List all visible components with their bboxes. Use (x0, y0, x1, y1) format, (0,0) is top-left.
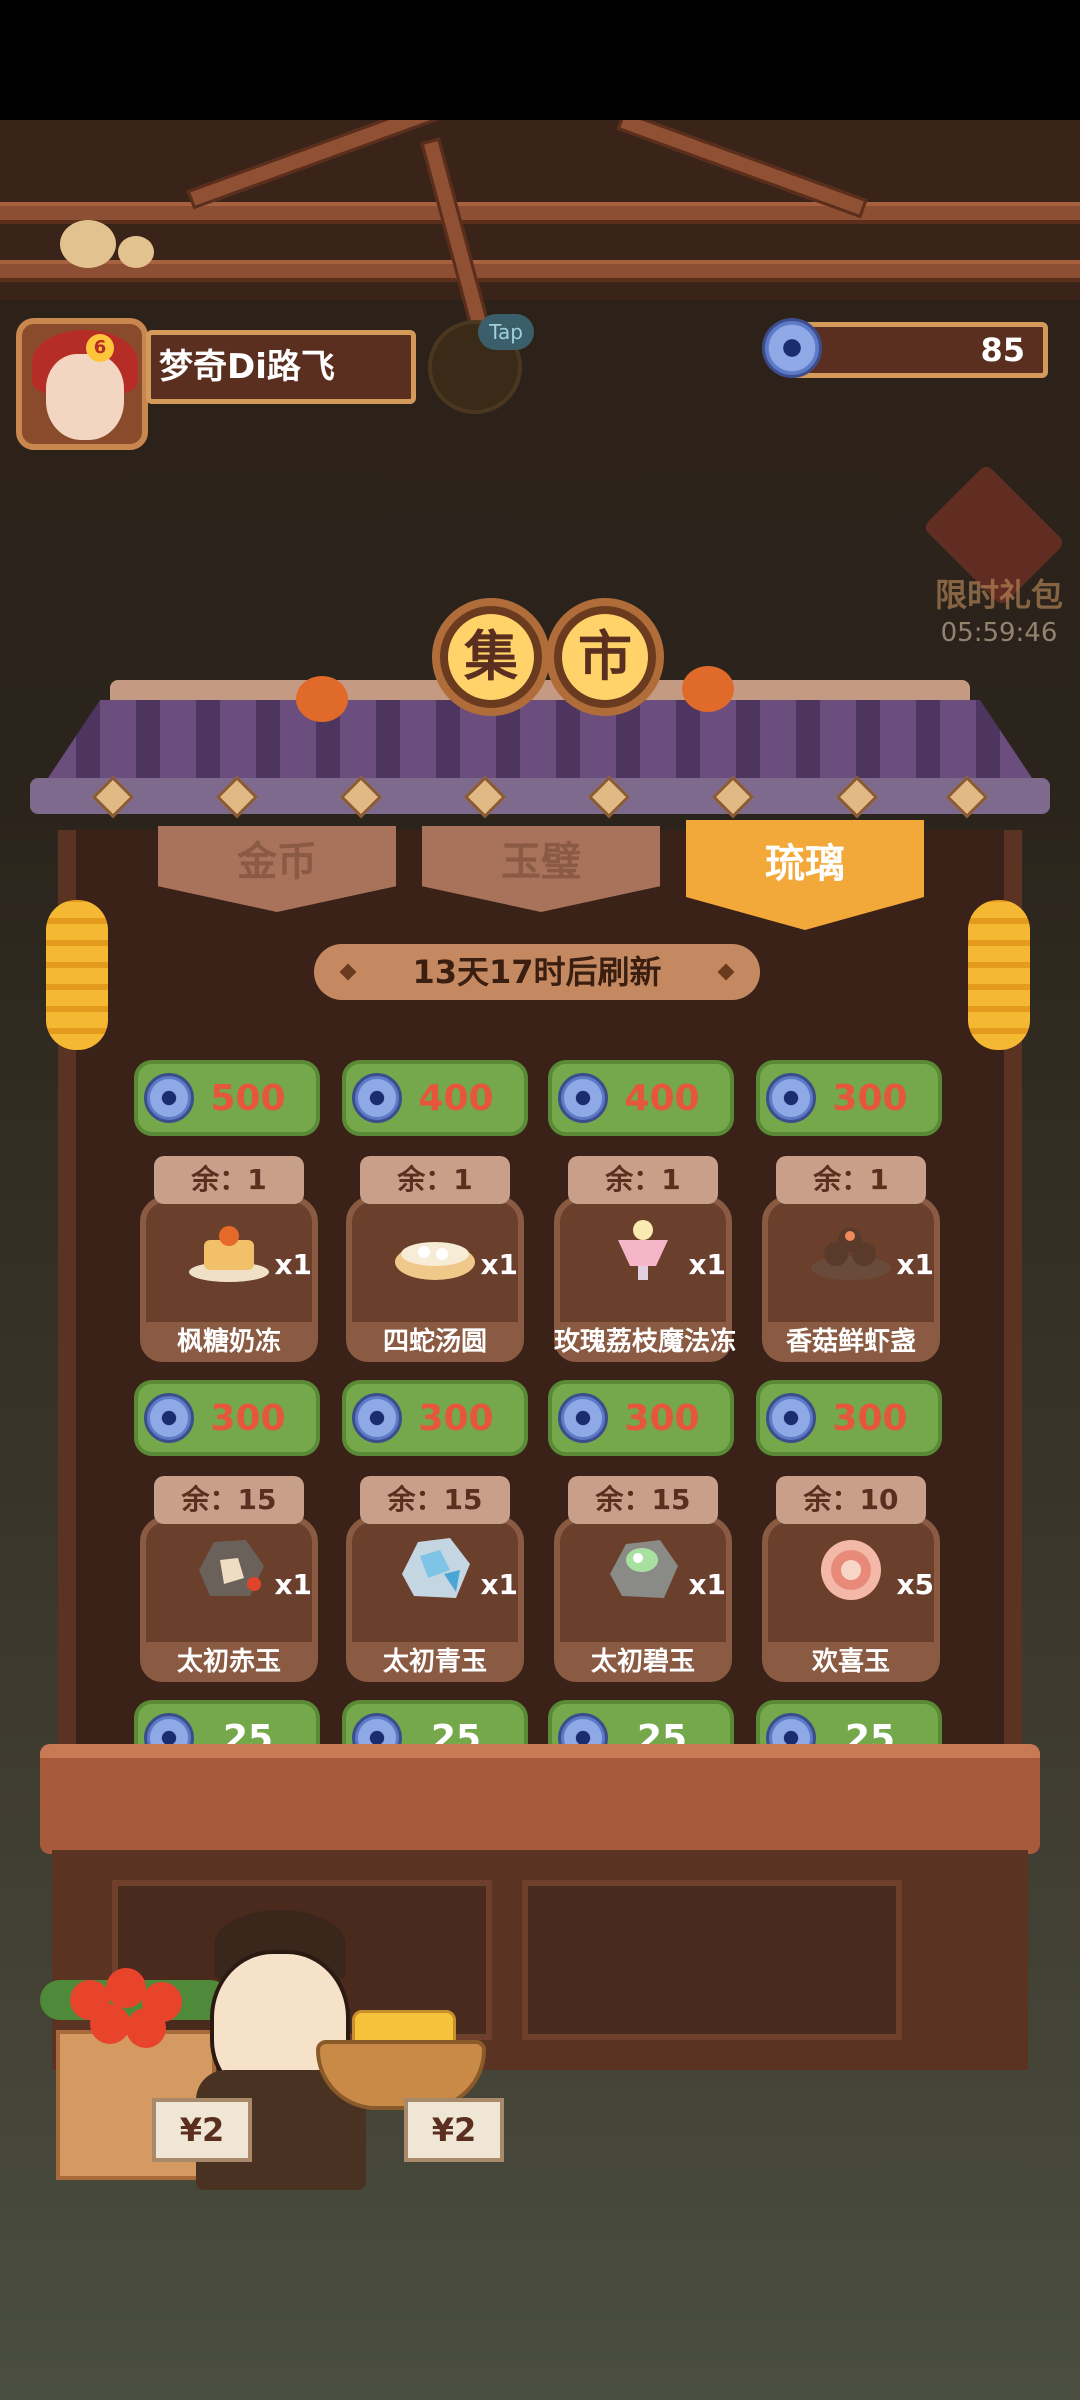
beam (420, 137, 492, 336)
price-button[interactable]: 25 (756, 1700, 942, 1746)
liuli-coin-icon (766, 1073, 816, 1123)
shop-item[interactable]: 余：1 x1 香菇鲜虾盏 (762, 1156, 940, 1362)
tap-label: Tap (478, 314, 534, 350)
item-name: 香菇鲜虾盏 (762, 1322, 940, 1362)
shop-item[interactable]: 余：1 x1 四蛇汤圆 (346, 1156, 524, 1362)
liuli-coin-icon (352, 1713, 402, 1746)
item-name: 四蛇汤圆 (346, 1322, 524, 1362)
roof-beams (0, 120, 1080, 336)
liuli-coin-icon (144, 1393, 194, 1443)
blue-jade-ore-icon (402, 1538, 470, 1598)
player-avatar[interactable]: 6 (16, 318, 148, 450)
stall-roof (10, 680, 1070, 819)
liuli-coin-icon (558, 1713, 608, 1746)
shop-item[interactable]: 余：15 x1 太初青玉 (346, 1476, 524, 1682)
liuli-coin-icon (352, 1393, 402, 1443)
persimmon-icon (296, 676, 348, 722)
currency-amount: 85 (790, 322, 1048, 378)
remaining-count: 余：10 (776, 1476, 926, 1524)
green-jade-ore-icon (610, 1540, 678, 1598)
tomato-icon (106, 1968, 146, 2008)
price-button[interactable]: 300 (756, 1380, 942, 1456)
remaining-count: 余：1 (154, 1156, 304, 1204)
price-button[interactable]: 400 (548, 1060, 734, 1136)
status-bar (0, 0, 1080, 120)
item-name: 欢喜玉 (762, 1642, 940, 1682)
shop-item[interactable]: 余：10 x5 欢喜玉 (762, 1476, 940, 1682)
soup-dumplings-icon (395, 1242, 475, 1280)
item-name: 太初青玉 (346, 1642, 524, 1682)
remaining-count: 余：15 (154, 1476, 304, 1524)
limited-pack-label[interactable]: 限时礼包 (924, 570, 1074, 616)
liuli-coin-icon (762, 318, 822, 378)
market-sign-left: 集 (432, 598, 550, 716)
maple-pudding-icon (189, 1226, 269, 1282)
limited-pack-timer: 05:59:46 (940, 618, 1058, 648)
price-button[interactable]: 500 (134, 1060, 320, 1136)
remaining-count: 余：1 (360, 1156, 510, 1204)
remaining-count: 余：1 (776, 1156, 926, 1204)
stall-counter (40, 1744, 1040, 1854)
tomato-icon (126, 2008, 166, 2048)
shop-item[interactable]: 余：15 x1 太初赤玉 (140, 1476, 318, 1682)
price-button[interactable]: 25 (134, 1700, 320, 1746)
tomato-icon (90, 2004, 130, 2044)
price-tag: ¥2 (152, 2098, 252, 2162)
remaining-count: 余：1 (568, 1156, 718, 1204)
price-button[interactable]: 400 (342, 1060, 528, 1136)
price-button[interactable]: 300 (548, 1380, 734, 1456)
liuli-coin-icon (558, 1393, 608, 1443)
beam (186, 120, 438, 210)
persimmon-icon (682, 666, 734, 712)
liuli-coin-icon (558, 1073, 608, 1123)
remaining-count: 余：15 (568, 1476, 718, 1524)
chick-icon (60, 220, 116, 268)
avatar-face (46, 354, 124, 440)
item-name: 太初碧玉 (554, 1642, 732, 1682)
shop-item[interactable]: 余：1 x1 枫糖奶冻 (140, 1156, 318, 1362)
liuli-coin-icon (144, 1713, 194, 1746)
price-button[interactable]: 25 (548, 1700, 734, 1746)
joy-jade-icon (821, 1540, 881, 1600)
item-name: 玫瑰荔枝魔法冻 (554, 1322, 736, 1362)
refresh-timer: 13天17时后刷新 (314, 944, 760, 1000)
level-badge: 6 (86, 334, 114, 362)
price-button[interactable]: 300 (756, 1060, 942, 1136)
liuli-coin-icon (144, 1073, 194, 1123)
liuli-coin-icon (766, 1393, 816, 1443)
price-button[interactable]: 300 (342, 1380, 528, 1456)
liuli-coin-icon (352, 1073, 402, 1123)
price-tag: ¥2 (404, 2098, 504, 2162)
remaining-count: 余：15 (360, 1476, 510, 1524)
item-name: 枫糖奶冻 (140, 1322, 318, 1362)
beam (0, 260, 1080, 282)
liuli-coin-icon (766, 1713, 816, 1746)
market-sign-right: 市 (546, 598, 664, 716)
shrimp-mushroom-cups-icon (811, 1228, 891, 1280)
red-jade-ore-icon (199, 1540, 264, 1596)
beam (0, 202, 1080, 224)
player-name: 梦奇Di路飞 (146, 330, 416, 404)
shop-grid: 500 400 400 300 余：1 x1 枫糖奶冻 余：1 x1 四蛇汤圆 … (130, 1030, 970, 1746)
corn-icon (46, 900, 108, 1050)
lychee-jelly-icon (618, 1220, 668, 1280)
item-name: 太初赤玉 (140, 1642, 318, 1682)
price-button[interactable]: 300 (134, 1380, 320, 1456)
shop-item[interactable]: 余：15 x1 太初碧玉 (554, 1476, 732, 1682)
chick-icon (118, 236, 154, 268)
shop-item[interactable]: 余：1 x1 玫瑰荔枝魔法冻 (554, 1156, 736, 1362)
price-button[interactable]: 25 (342, 1700, 528, 1746)
corn-icon (968, 900, 1030, 1050)
